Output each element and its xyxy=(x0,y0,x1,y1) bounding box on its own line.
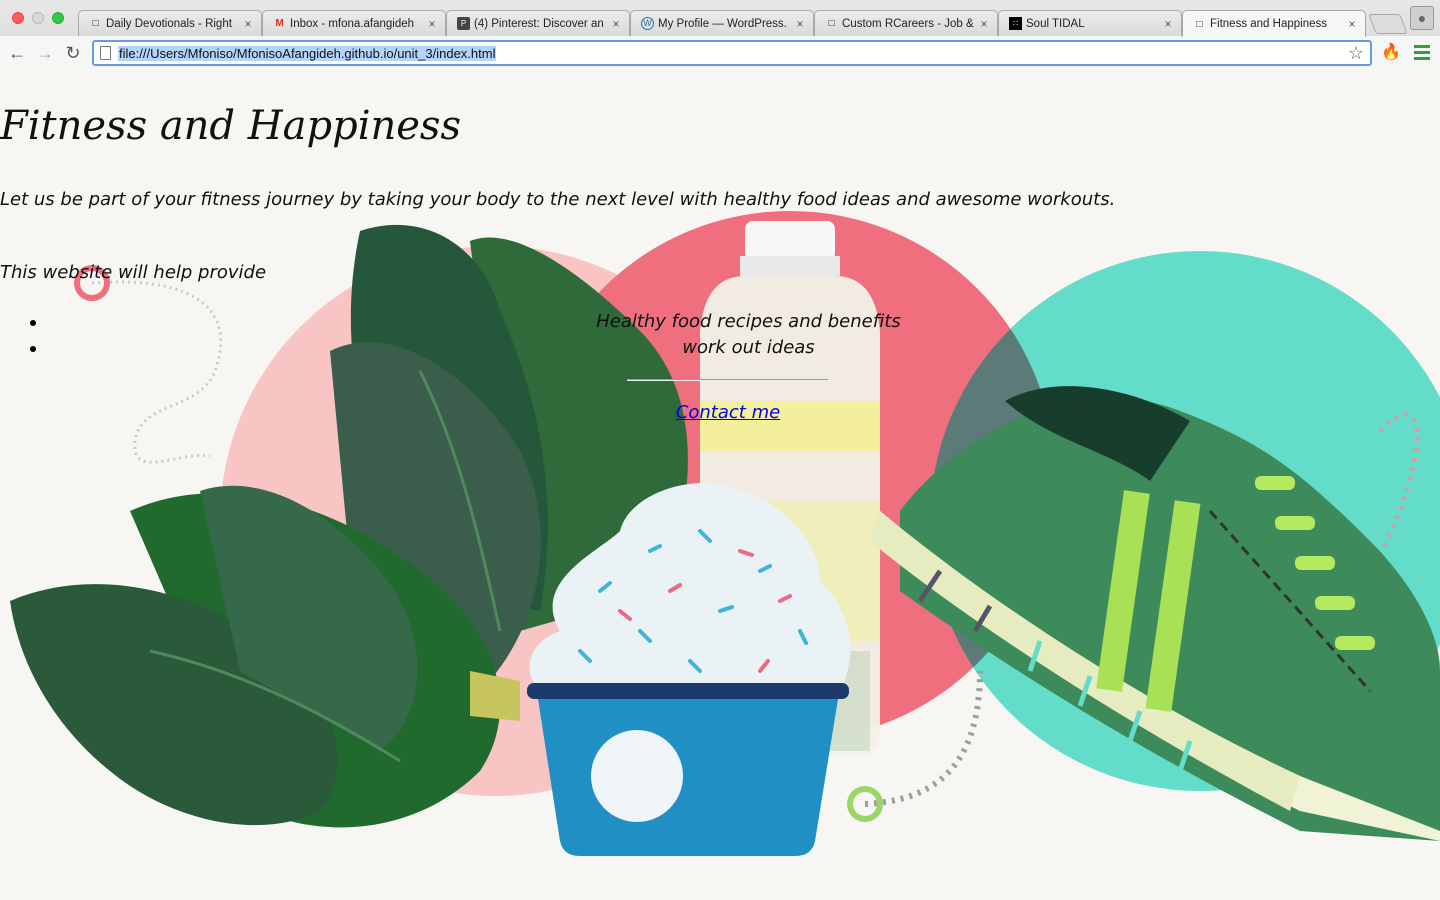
tab-strip: □ Daily Devotionals - Right × M Inbox - … xyxy=(78,10,1418,37)
tab-title: Inbox - mfona.afangideh xyxy=(290,17,415,30)
close-tab-icon[interactable]: × xyxy=(609,17,623,31)
page-icon: □ xyxy=(828,18,835,29)
close-tab-icon[interactable]: × xyxy=(241,17,255,31)
close-tab-icon[interactable]: × xyxy=(1161,17,1175,31)
web-page: Fitness and Happiness Let us be part of … xyxy=(0,71,1440,900)
tab-rcareers[interactable]: □ Custom RCareers - Job & × xyxy=(814,10,998,36)
zoom-window-button[interactable] xyxy=(52,12,64,24)
close-tab-icon[interactable]: × xyxy=(1345,17,1359,31)
tab-wordpress[interactable]: W My Profile — WordPress. × xyxy=(630,10,814,36)
forward-icon[interactable]: → xyxy=(34,42,56,64)
list-item: Healthy food recipes and benefits xyxy=(0,309,1440,335)
extension-flame-icon[interactable]: 🔥 xyxy=(1380,42,1402,64)
tidal-icon: ∷ xyxy=(1009,17,1022,30)
new-tab-button[interactable] xyxy=(1368,14,1408,34)
contact-section: Contact me xyxy=(0,402,1440,423)
page-icon: □ xyxy=(1196,18,1203,30)
horizontal-rule xyxy=(627,379,828,381)
list-item-label: work out ideas xyxy=(682,337,815,358)
page-icon: □ xyxy=(92,18,99,29)
browser-chrome: □ Daily Devotionals - Right × M Inbox - … xyxy=(0,0,1440,70)
intro-text: This website will help provide xyxy=(0,262,267,283)
toolbar: ← → ↻ file:///Users/Mfoniso/MfonisoAfang… xyxy=(0,36,1440,70)
back-icon[interactable]: ← xyxy=(6,42,28,64)
chrome-menu-icon[interactable] xyxy=(1414,45,1430,61)
tab-pinterest[interactable]: P (4) Pinterest: Discover an × xyxy=(446,10,630,36)
pinterest-icon: P xyxy=(457,17,470,30)
close-tab-icon[interactable]: × xyxy=(977,17,991,31)
close-window-button[interactable] xyxy=(12,12,24,24)
bookmark-star-icon[interactable]: ☆ xyxy=(1348,43,1364,64)
list-item-label: Healthy food recipes and benefits xyxy=(596,311,901,332)
tab-title: Daily Devotionals - Right xyxy=(106,17,232,30)
profile-icon[interactable]: ● xyxy=(1410,6,1434,30)
tab-fitness-and-happiness[interactable]: □ Fitness and Happiness × xyxy=(1182,10,1366,37)
page-tagline: Let us be part of your fitness journey b… xyxy=(0,189,1116,210)
tab-gmail-inbox[interactable]: M Inbox - mfona.afangideh × xyxy=(262,10,446,36)
list-item: work out ideas xyxy=(0,335,1440,361)
minimize-window-button[interactable] xyxy=(32,12,44,24)
tab-tidal[interactable]: ∷ Soul TIDAL × xyxy=(998,10,1182,36)
close-tab-icon[interactable]: × xyxy=(425,17,439,31)
tab-title: My Profile — WordPress. xyxy=(658,17,787,30)
tab-daily-devotionals[interactable]: □ Daily Devotionals - Right × xyxy=(78,10,262,36)
page-icon xyxy=(100,46,111,60)
tab-title: Custom RCareers - Job & xyxy=(842,17,974,30)
wordpress-icon: W xyxy=(641,17,654,30)
features-list: Healthy food recipes and benefits work o… xyxy=(0,309,1440,361)
url-text: file:///Users/Mfoniso/MfonisoAfangideh.g… xyxy=(118,45,497,61)
gmail-icon: M xyxy=(275,18,284,29)
reload-icon[interactable]: ↻ xyxy=(62,42,84,64)
address-bar[interactable]: file:///Users/Mfoniso/MfonisoAfangideh.g… xyxy=(92,40,1372,66)
close-tab-icon[interactable]: × xyxy=(793,17,807,31)
tab-title: Soul TIDAL xyxy=(1026,17,1085,30)
page-title: Fitness and Happiness xyxy=(0,103,461,149)
tab-title: (4) Pinterest: Discover an xyxy=(474,17,604,30)
contact-link[interactable]: Contact me xyxy=(676,402,780,423)
tab-title: Fitness and Happiness xyxy=(1210,18,1327,30)
